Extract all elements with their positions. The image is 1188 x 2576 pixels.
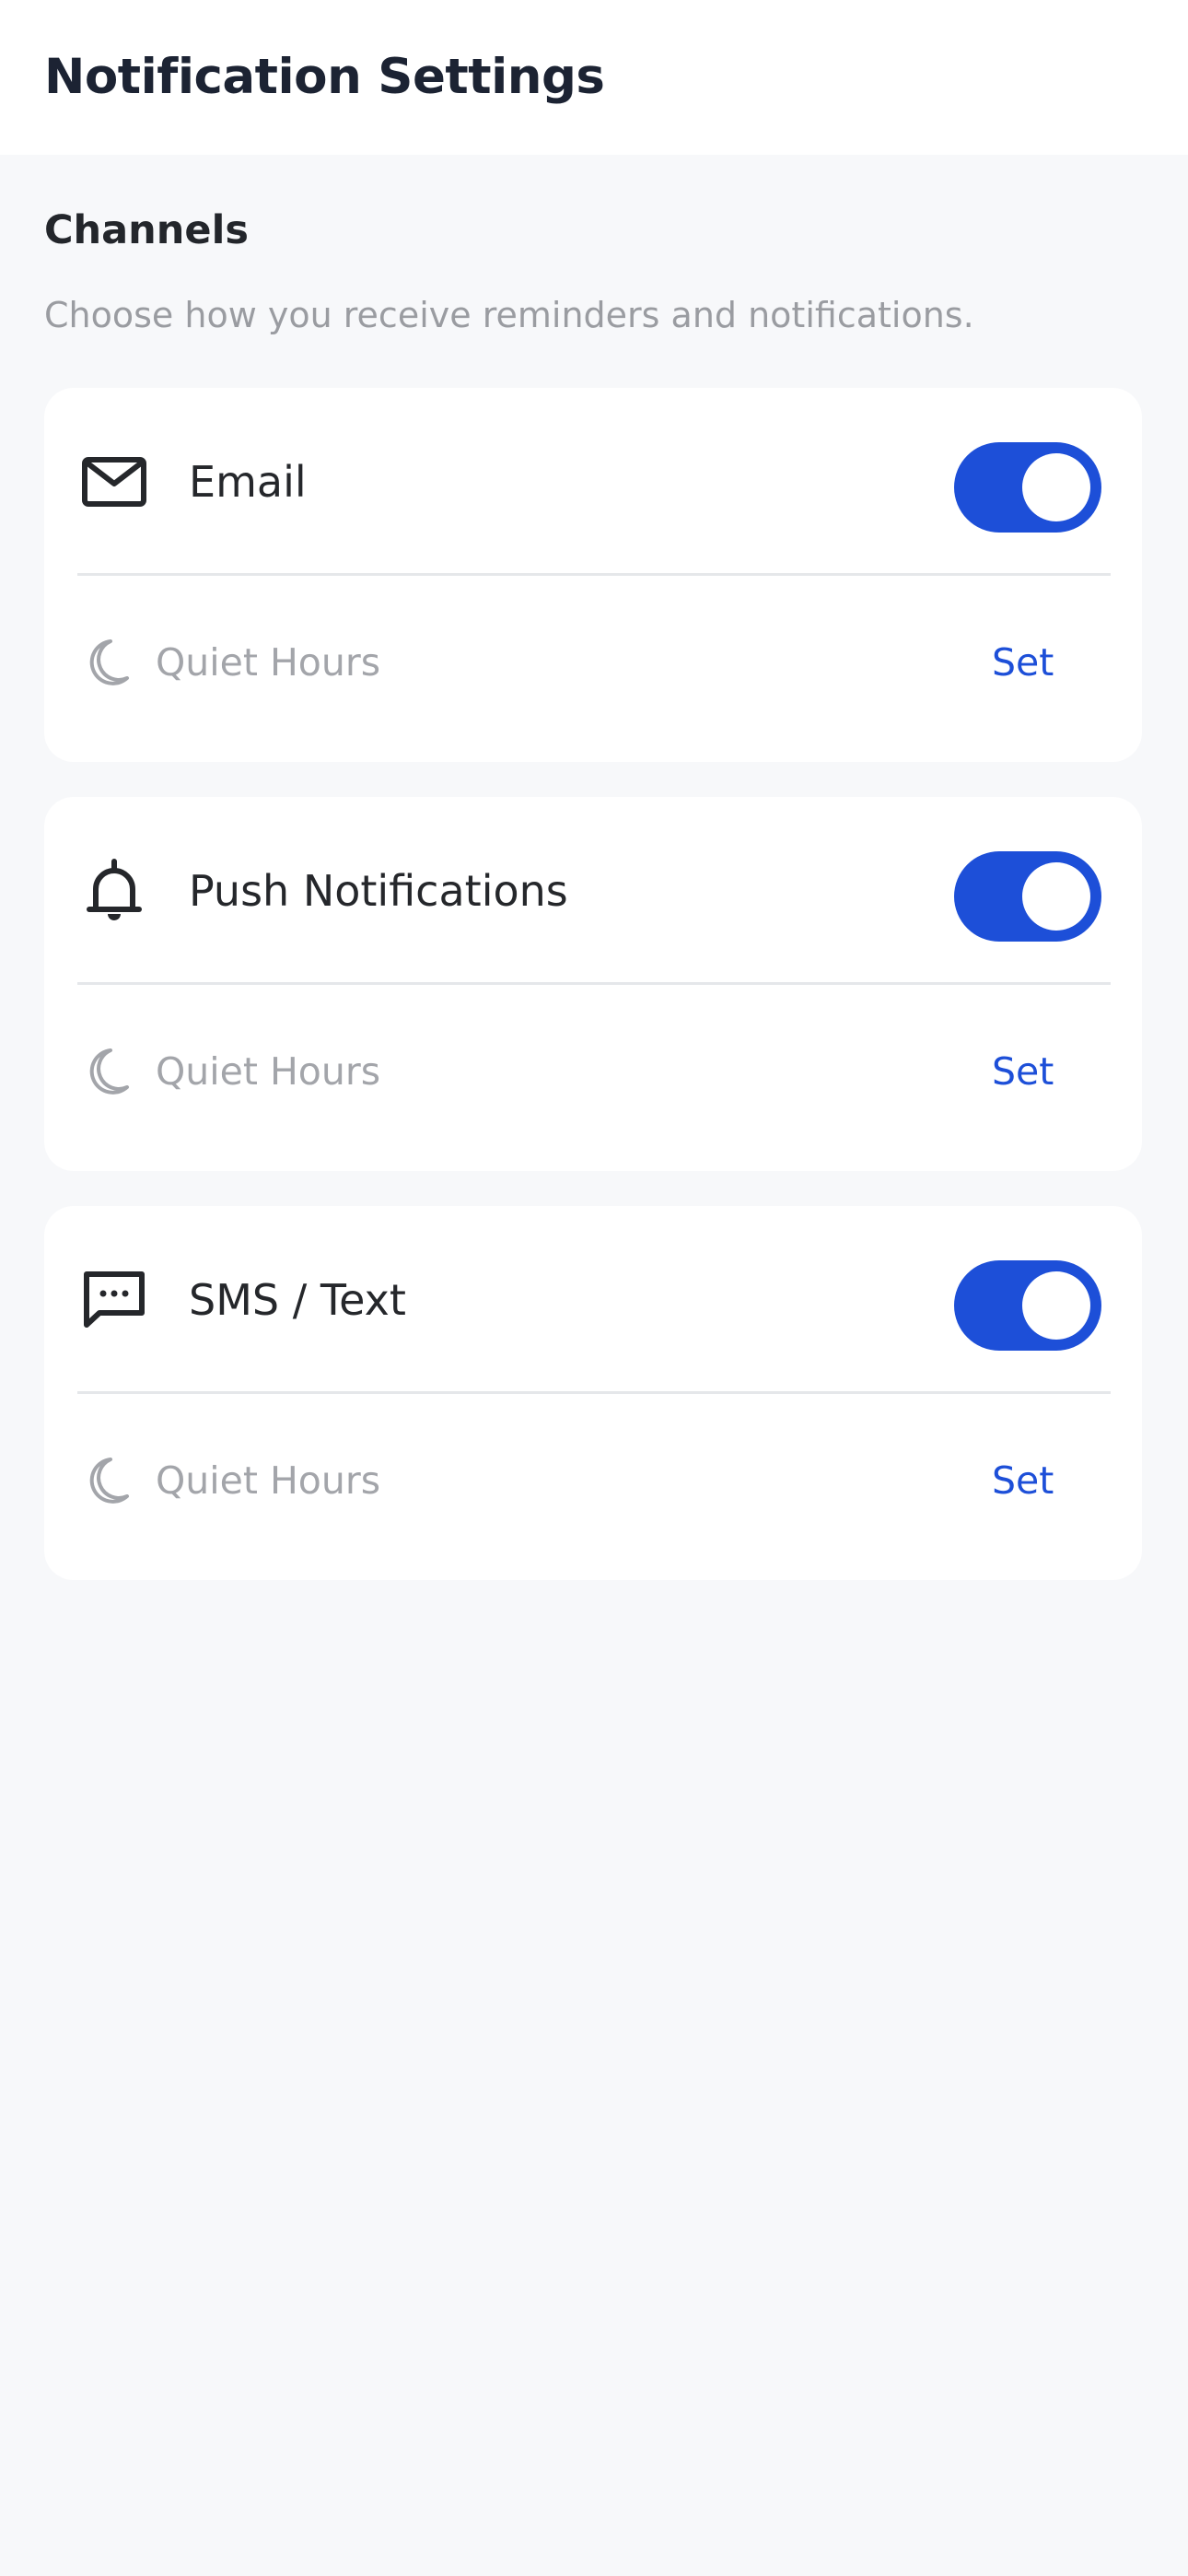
push-notifications-toggle[interactable] — [954, 851, 1101, 942]
moon-icon — [89, 1458, 129, 1504]
push-quiet-hours-set-button[interactable]: Set — [992, 1044, 1054, 1099]
channel-label-push: Push Notifications — [189, 866, 568, 916]
sms-quiet-hours-set-button[interactable]: Set — [992, 1453, 1054, 1508]
quiet-hours-label: Quiet Hours — [156, 1049, 381, 1094]
toggle-knob — [1022, 862, 1090, 931]
channel-card-push: Push Notifications Quiet Hours Set — [44, 797, 1142, 1171]
toggle-knob — [1022, 1271, 1090, 1340]
page-title: Notification Settings — [44, 49, 605, 105]
bell-icon — [87, 859, 142, 920]
email-quiet-hours-set-button[interactable]: Set — [992, 635, 1054, 690]
moon-icon — [89, 639, 129, 685]
channel-card-email: Email Quiet Hours Set — [44, 388, 1142, 762]
message-icon — [84, 1271, 145, 1328]
channel-card-sms: SMS / Text Quiet Hours Set — [44, 1206, 1142, 1580]
divider — [77, 1391, 1111, 1394]
toggle-knob — [1022, 453, 1090, 521]
channel-label-sms: SMS / Text — [189, 1275, 406, 1325]
mail-icon — [82, 457, 146, 507]
email-toggle[interactable] — [954, 442, 1101, 533]
divider — [77, 982, 1111, 985]
app-header: Notification Settings — [0, 0, 1188, 155]
section-title: Channels — [44, 207, 249, 253]
channel-label-email: Email — [189, 457, 307, 507]
moon-icon — [89, 1048, 129, 1095]
quiet-hours-label: Quiet Hours — [156, 1458, 381, 1503]
quiet-hours-label: Quiet Hours — [156, 640, 381, 685]
sms-toggle[interactable] — [954, 1260, 1101, 1351]
section-description: Choose how you receive reminders and not… — [44, 295, 974, 335]
divider — [77, 573, 1111, 576]
